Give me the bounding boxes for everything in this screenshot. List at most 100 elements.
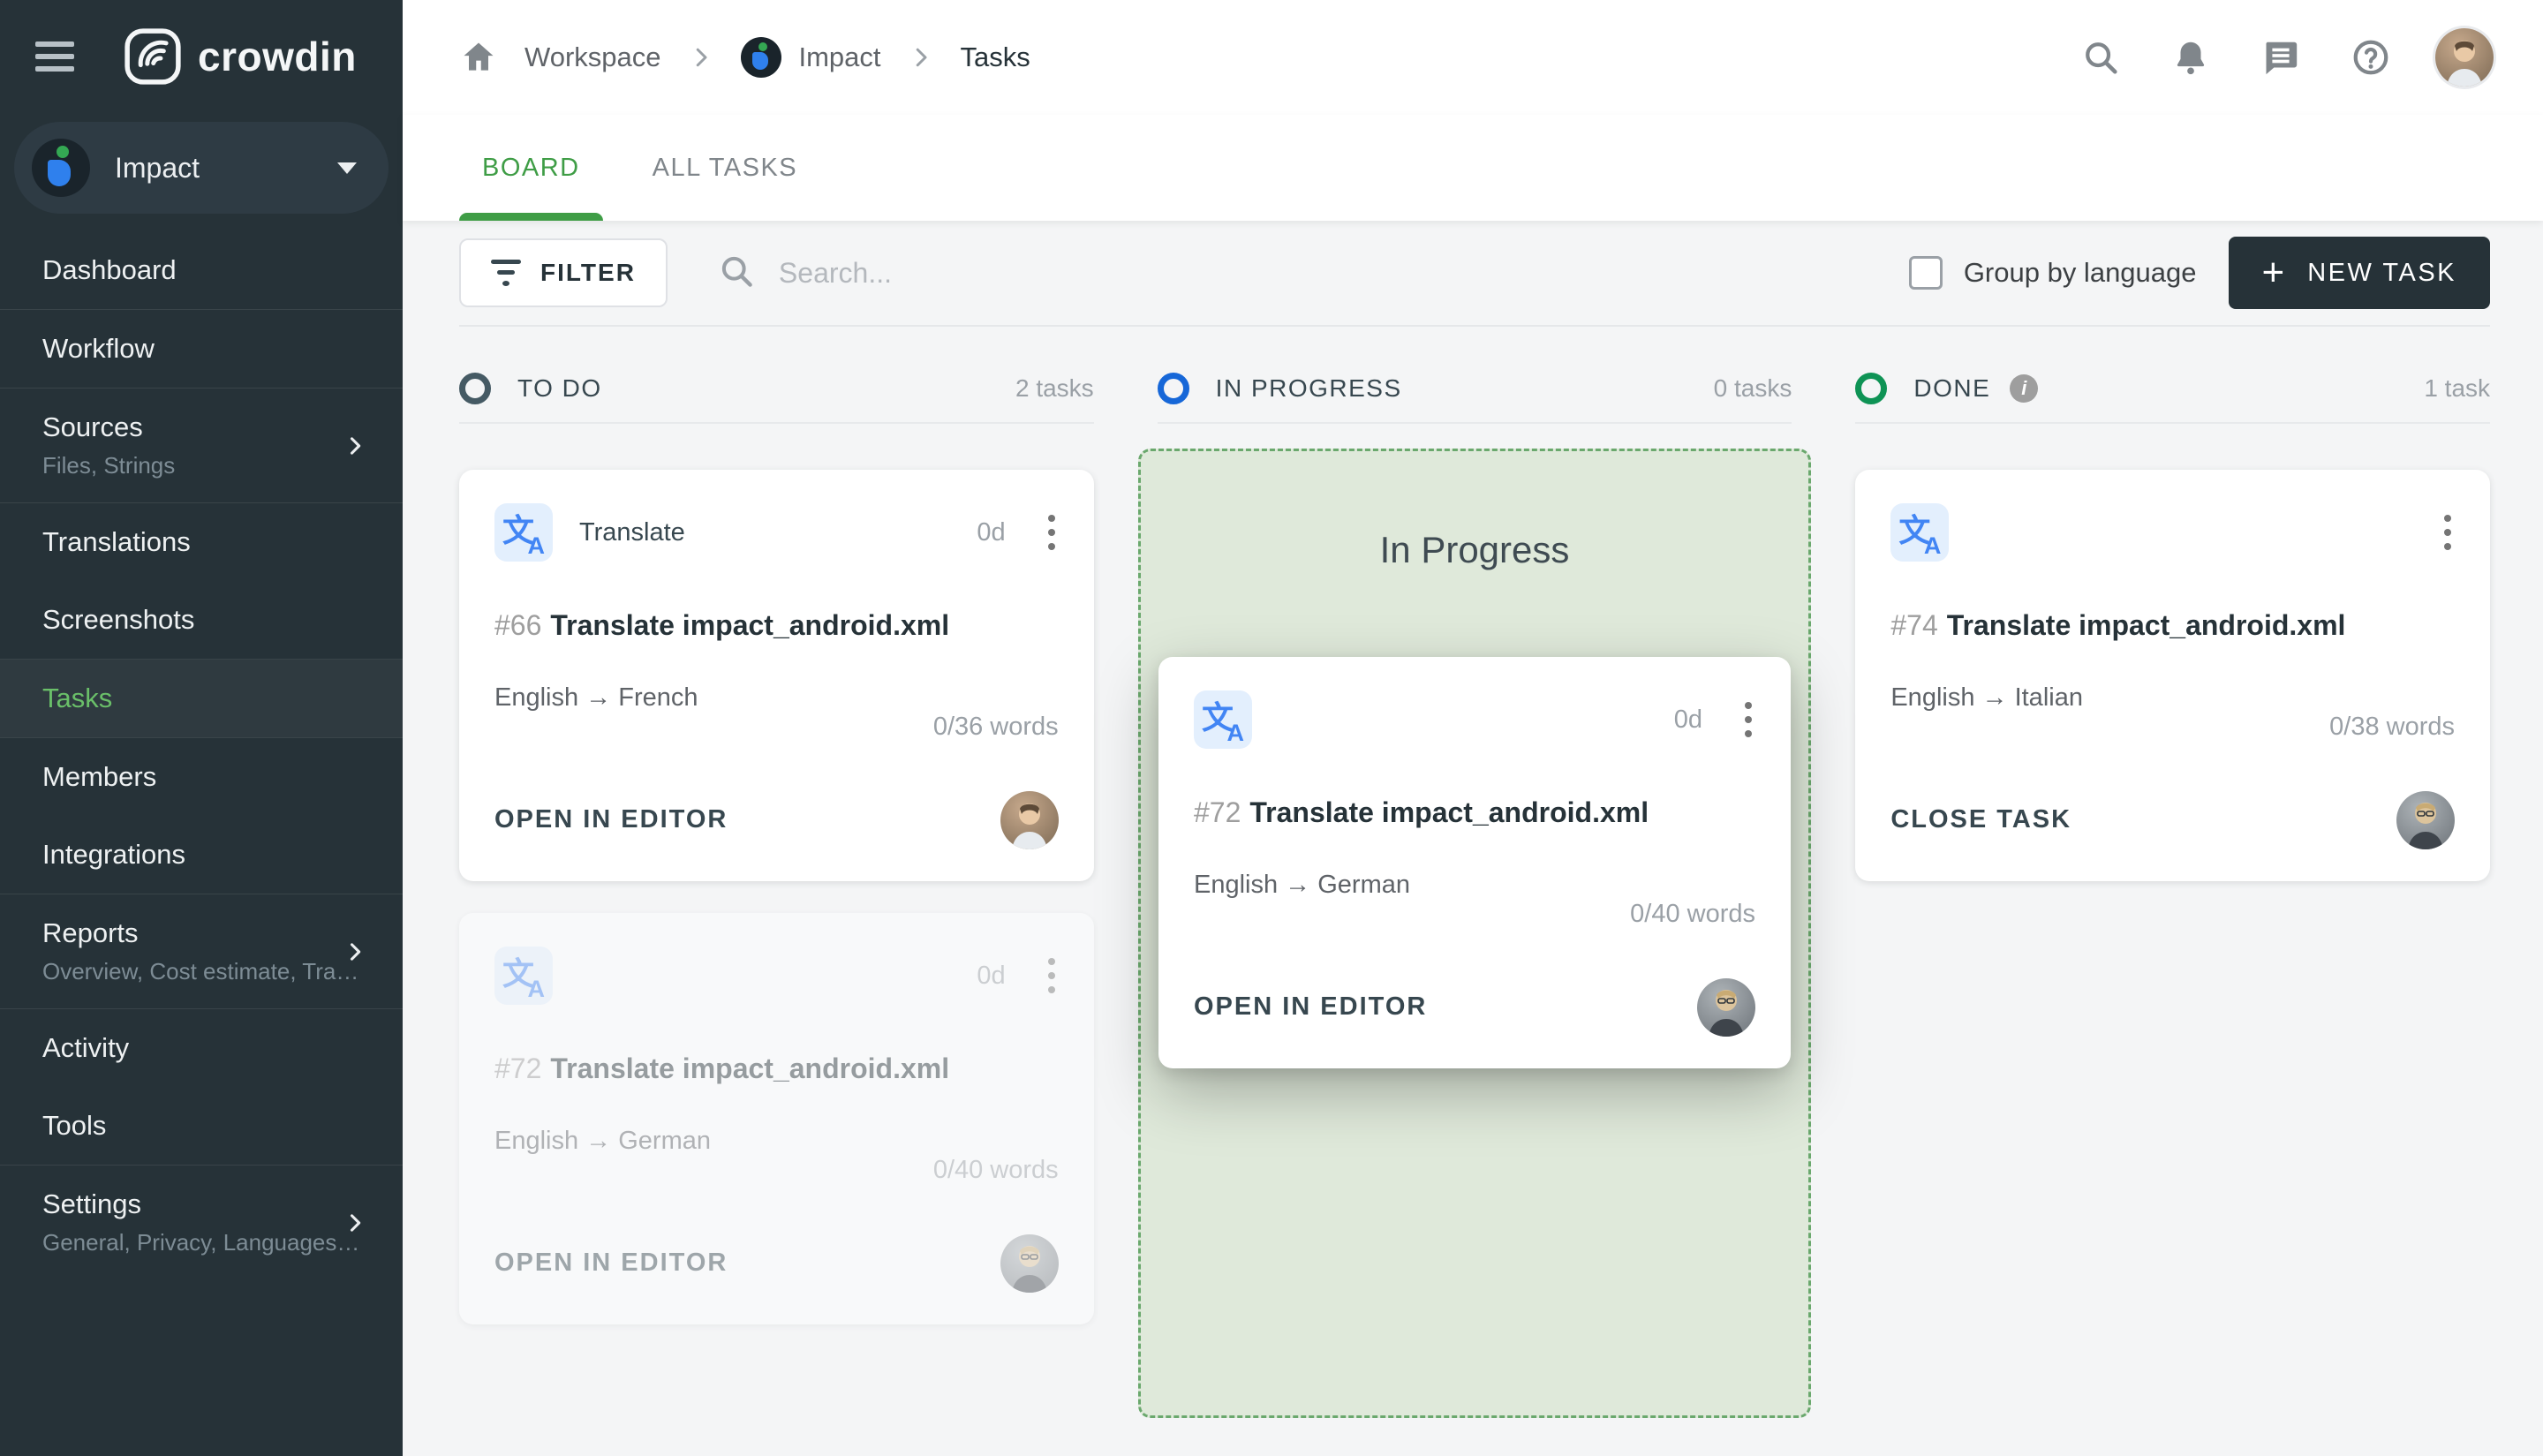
translate-type-icon: 文 A — [494, 947, 553, 1005]
project-switcher[interactable]: Impact — [14, 122, 389, 214]
translate-type-icon: 文 A — [494, 503, 553, 562]
open-in-editor-button[interactable]: OPEN IN EDITOR — [494, 805, 728, 834]
notifications-bell-icon[interactable] — [2170, 37, 2211, 78]
project-avatar — [740, 37, 781, 78]
column-in-progress: IN PROGRESS 0 tasks In Progress 文 A 0d #… — [1137, 355, 1812, 1418]
open-in-editor-button[interactable]: OPEN IN EDITOR — [494, 1249, 728, 1278]
todo-count: 2 tasks — [1015, 374, 1094, 402]
sidebar-item-activity[interactable]: Activity — [0, 1009, 403, 1087]
task-words-progress: 0/40 words — [1630, 899, 1755, 928]
assignee-avatar — [1000, 790, 1059, 849]
assignee-avatar — [1697, 977, 1755, 1037]
breadcrumb-project[interactable]: Impact — [799, 41, 881, 73]
crowdin-app: crowdin Impact Dashboard Workflow Source… — [0, 0, 2543, 1456]
board-toolbar: FILTER Group by language + NEW TASK — [459, 221, 2490, 325]
chevron-right-icon — [343, 939, 367, 969]
project-name: Impact — [115, 151, 200, 184]
close-task-button[interactable]: CLOSE TASK — [1890, 805, 2071, 834]
task-title: #74 Translate impact_android.xml — [1890, 609, 2346, 641]
sidebar-item-workflow[interactable]: Workflow — [0, 310, 403, 388]
task-languages: English → French — [494, 683, 698, 712]
task-words-progress: 0/38 words — [2329, 712, 2456, 741]
column-in-progress-header: IN PROGRESS 0 tasks — [1157, 355, 1792, 424]
translate-type-icon: 文 A — [1194, 690, 1252, 749]
topbar: Workspace Impact Tasks BOARD ALL TASKS — [403, 0, 2543, 221]
done-status-icon — [1855, 373, 1888, 404]
task-card-72-dragging[interactable]: 文 A 0d #72 Translate impact_android.xml E… — [1158, 657, 1791, 1068]
sidebar-item-members[interactable]: Members — [0, 738, 403, 816]
task-title: #72 Translate impact_android.xml — [494, 1052, 950, 1084]
sidebar-item-translations[interactable]: Translations — [0, 503, 403, 581]
filter-icon — [491, 260, 521, 286]
task-card-72-ghost[interactable]: 文 A 0d #72 Translate impact_android.xml E… — [459, 913, 1094, 1324]
sidebar-item-tools[interactable]: Tools — [0, 1087, 403, 1165]
filter-button[interactable]: FILTER — [459, 238, 668, 307]
breadcrumb-page: Tasks — [960, 41, 1030, 72]
main-area: Workspace Impact Tasks BOARD ALL TASKS F… — [403, 0, 2543, 1456]
column-todo: TO DO 2 tasks 文 A Translate 0d #66 Trans… — [459, 355, 1094, 1324]
search-input[interactable] — [778, 256, 1309, 290]
task-board: TO DO 2 tasks 文 A Translate 0d #66 Trans… — [459, 355, 2491, 1418]
task-card-74[interactable]: 文 A #74 Translate impact_android.xml Engl… — [1855, 470, 2491, 881]
card-menu-icon[interactable] — [1741, 695, 1755, 744]
todo-status-icon — [459, 373, 491, 404]
chevron-right-icon — [343, 1211, 367, 1240]
new-task-button[interactable]: + NEW TASK — [2228, 237, 2490, 309]
sidebar-item-sources[interactable]: Sources Files, Strings — [0, 389, 403, 502]
sidebar-item-integrations[interactable]: Integrations — [0, 816, 403, 894]
breadcrumb: Workspace Impact Tasks — [403, 0, 2543, 115]
search-icon[interactable] — [2080, 37, 2121, 78]
sidebar: crowdin Impact Dashboard Workflow Source… — [0, 0, 403, 1456]
column-todo-header: TO DO 2 tasks — [459, 355, 1094, 424]
sidebar-item-tasks[interactable]: Tasks — [0, 660, 403, 737]
chevron-right-icon — [908, 44, 934, 71]
tabs: BOARD ALL TASKS — [403, 115, 2543, 221]
due-badge: 0d — [977, 517, 1006, 547]
task-card-66[interactable]: 文 A Translate 0d #66 Translate impact_and… — [459, 470, 1094, 881]
in-progress-count: 0 tasks — [1713, 374, 1792, 402]
open-in-editor-button[interactable]: OPEN IN EDITOR — [1194, 992, 1427, 1022]
user-avatar[interactable] — [2435, 28, 2494, 87]
tab-board[interactable]: BOARD — [459, 115, 603, 221]
project-avatar — [32, 139, 90, 197]
task-languages: English → German — [494, 1126, 711, 1155]
toolbar-divider — [459, 325, 2490, 327]
sidebar-logo-row: crowdin — [0, 0, 403, 113]
plus-icon: + — [2261, 251, 2285, 294]
task-title: #72 Translate impact_android.xml — [1194, 796, 1649, 828]
crowdin-logo-text: crowdin — [198, 34, 357, 79]
card-menu-icon[interactable] — [1045, 951, 1059, 1000]
search-icon — [717, 252, 756, 295]
home-icon[interactable] — [459, 38, 498, 77]
task-title: #66 Translate impact_android.xml — [494, 609, 950, 641]
board-content: FILTER Group by language + NEW TASK — [403, 221, 2543, 1456]
messages-icon[interactable] — [2260, 37, 2301, 78]
sidebar-item-dashboard[interactable]: Dashboard — [0, 231, 403, 309]
in-progress-status-icon — [1157, 373, 1189, 404]
chevron-right-icon — [343, 434, 367, 463]
group-by-language-toggle[interactable]: Group by language — [1908, 256, 2197, 290]
card-menu-icon[interactable] — [2441, 508, 2455, 557]
task-languages: English → German — [1194, 870, 1410, 899]
info-icon[interactable]: i — [2010, 374, 2039, 403]
task-languages: English → Italian — [1890, 683, 2083, 712]
help-icon[interactable] — [2351, 37, 2391, 78]
due-badge: 0d — [977, 961, 1006, 990]
sidebar-item-reports[interactable]: Reports Overview, Cost estimate, Transl… — [0, 894, 403, 1008]
breadcrumb-workspace[interactable]: Workspace — [524, 41, 661, 73]
group-by-language-checkbox[interactable] — [1908, 256, 1943, 290]
board-search — [717, 252, 1909, 295]
sidebar-nav: Dashboard Workflow Sources Files, String… — [0, 231, 403, 1456]
crowdin-logo-icon — [124, 27, 182, 86]
due-badge: 0d — [1673, 705, 1702, 734]
column-done: DONE i 1 task 文 A #74 Translate impact_a… — [1855, 355, 2491, 1324]
tab-all-tasks[interactable]: ALL TASKS — [630, 115, 821, 221]
sidebar-item-settings[interactable]: Settings General, Privacy, Languages, Q… — [0, 1166, 403, 1279]
card-menu-icon[interactable] — [1045, 508, 1059, 557]
chevron-right-icon — [688, 44, 714, 71]
hamburger-menu-icon[interactable] — [35, 34, 74, 79]
task-words-progress: 0/40 words — [932, 1155, 1059, 1184]
chevron-down-icon — [337, 162, 357, 174]
task-words-progress: 0/36 words — [932, 712, 1059, 741]
sidebar-item-screenshots[interactable]: Screenshots — [0, 581, 403, 659]
